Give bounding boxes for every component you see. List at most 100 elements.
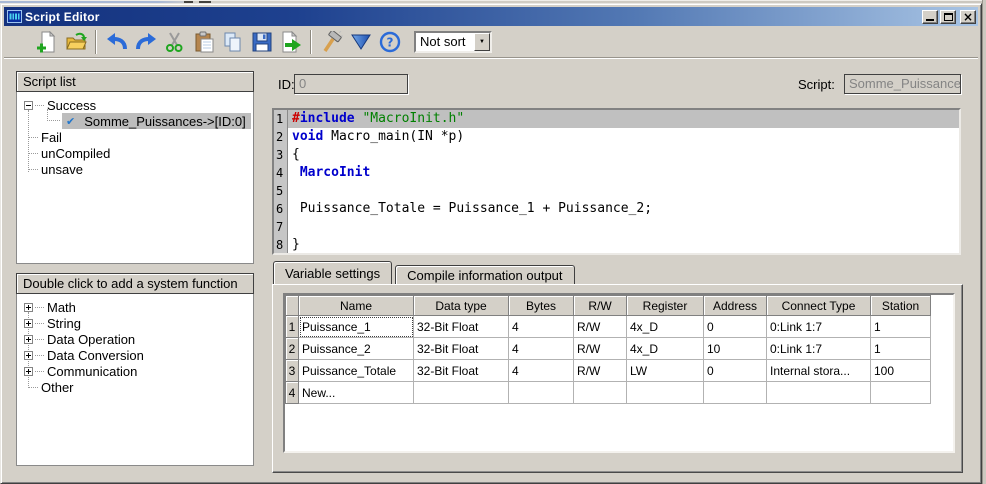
filter-button[interactable]	[348, 29, 373, 55]
selected-script-label: Somme_Puissances->[ID:0]	[84, 114, 245, 129]
svg-text:?: ?	[386, 35, 393, 49]
id-field[interactable]: 0	[294, 74, 408, 94]
column-header-address: Address	[704, 296, 767, 316]
function-tree: MathStringData OperationData ConversionC…	[16, 294, 254, 466]
cell-r-w-row1[interactable]: R/W	[574, 316, 627, 338]
background-window-edge	[982, 0, 986, 484]
expand-icon[interactable]	[24, 351, 33, 360]
open-script-button[interactable]	[63, 29, 88, 55]
cell-r-w-row4[interactable]	[574, 382, 627, 404]
save-button[interactable]	[249, 29, 274, 55]
cell-address-row4[interactable]	[704, 382, 767, 404]
cell-station-row1[interactable]: 1	[871, 316, 931, 338]
id-label: ID:	[278, 77, 295, 92]
row-number[interactable]: 2	[286, 338, 299, 360]
cell-register-row2[interactable]: 4x_D	[627, 338, 704, 360]
toolbar-separator	[310, 30, 312, 54]
filter-triangle-icon	[350, 31, 372, 53]
expand-icon[interactable]	[24, 319, 33, 328]
close-button[interactable]: ×	[960, 10, 976, 24]
line-number: 4	[274, 164, 288, 182]
row-number[interactable]: 4	[286, 382, 299, 404]
export-script-button[interactable]	[278, 29, 303, 55]
cell-data-type-row4[interactable]	[414, 382, 509, 404]
script-list-item-selected-script[interactable]: ✔ Somme_Puissances->[ID:0]	[17, 113, 253, 129]
cell-register-row3[interactable]: LW	[627, 360, 704, 382]
function-item-data-conversion[interactable]: Data Conversion	[17, 347, 253, 363]
code-line-6: 6 Puissance_Totale = Puissance_1 + Puiss…	[274, 200, 959, 218]
line-number: 7	[274, 218, 288, 236]
compile-button[interactable]	[319, 29, 344, 55]
cell-data-type-row2[interactable]: 32-Bit Float	[414, 338, 509, 360]
app-icon	[7, 10, 22, 23]
cell-name-row2[interactable]: Puissance_2	[299, 338, 414, 360]
cell-bytes-row4[interactable]	[509, 382, 574, 404]
cell-name-row4[interactable]: New...	[299, 382, 414, 404]
cell-r-w-row3[interactable]: R/W	[574, 360, 627, 382]
row-number[interactable]: 1	[286, 316, 299, 338]
script-list-item-unsave[interactable]: unsave	[17, 161, 253, 177]
toolbar-separator	[95, 30, 97, 54]
paste-button[interactable]	[191, 29, 216, 55]
minimize-button[interactable]	[922, 10, 938, 24]
cut-button[interactable]	[162, 29, 187, 55]
cell-data-type-row1[interactable]: 32-Bit Float	[414, 316, 509, 338]
help-button[interactable]: ?	[377, 29, 402, 55]
script-name-field[interactable]: Somme_Puissances	[844, 74, 961, 94]
new-script-button[interactable]	[34, 29, 59, 55]
code-text: }	[288, 236, 959, 254]
code-line-1: 1#include "MacroInit.h"	[274, 110, 959, 128]
cell-bytes-row1[interactable]: 4	[509, 316, 574, 338]
cell-bytes-row3[interactable]: 4	[509, 360, 574, 382]
expand-icon[interactable]	[24, 335, 33, 344]
cell-connect-type-row4[interactable]	[767, 382, 871, 404]
row-number[interactable]: 3	[286, 360, 299, 382]
cell-station-row2[interactable]: 1	[871, 338, 931, 360]
code-line-7: 7	[274, 218, 959, 236]
script-list-item-uncompiled[interactable]: unCompiled	[17, 145, 253, 161]
cell-name-row3[interactable]: Puissance_Totale	[299, 360, 414, 382]
function-item-math[interactable]: Math	[17, 299, 253, 315]
maximize-button[interactable]	[940, 10, 956, 24]
sort-dropdown[interactable]: Not sort ▼	[414, 31, 492, 53]
function-item-string[interactable]: String	[17, 315, 253, 331]
expand-icon[interactable]	[24, 303, 33, 312]
code-text	[288, 218, 959, 236]
cell-address-row3[interactable]: 0	[704, 360, 767, 382]
cell-register-row4[interactable]	[627, 382, 704, 404]
script-list-item-fail[interactable]: Fail	[17, 129, 253, 145]
tree-item-label: String	[47, 316, 81, 331]
tab-compile-information-output[interactable]: Compile information output	[395, 265, 574, 284]
dropdown-arrow-icon[interactable]: ▼	[474, 33, 490, 51]
cell-station-row3[interactable]: 100	[871, 360, 931, 382]
copy-button[interactable]	[220, 29, 245, 55]
cell-r-w-row2[interactable]: R/W	[574, 338, 627, 360]
collapse-icon[interactable]	[24, 101, 33, 110]
function-item-communication[interactable]: Communication	[17, 363, 253, 379]
cell-name-row1[interactable]: Puissance_1	[299, 316, 414, 338]
tab-variable-settings[interactable]: Variable settings	[273, 261, 392, 284]
maximize-icon	[944, 13, 953, 21]
cell-address-row2[interactable]: 10	[704, 338, 767, 360]
redo-button[interactable]	[133, 29, 158, 55]
line-number: 3	[274, 146, 288, 164]
undo-button[interactable]	[104, 29, 129, 55]
cell-bytes-row2[interactable]: 4	[509, 338, 574, 360]
cell-connect-type-row3[interactable]: Internal stora...	[767, 360, 871, 382]
cell-connect-type-row2[interactable]: 0:Link 1:7	[767, 338, 871, 360]
function-item-other[interactable]: Other	[17, 379, 253, 395]
redo-arrow-icon	[135, 31, 157, 53]
cell-register-row1[interactable]: 4x_D	[627, 316, 704, 338]
toolbar: ? Not sort ▼	[4, 26, 978, 57]
code-text: {	[288, 146, 959, 164]
cell-address-row1[interactable]: 0	[704, 316, 767, 338]
expand-icon[interactable]	[24, 367, 33, 376]
column-header-connect-type: Connect Type	[767, 296, 871, 316]
script-list-header: Script list	[16, 71, 254, 92]
cell-data-type-row3[interactable]: 32-Bit Float	[414, 360, 509, 382]
cell-connect-type-row1[interactable]: 0:Link 1:7	[767, 316, 871, 338]
cell-station-row4[interactable]	[871, 382, 931, 404]
screen: Script Editor ×	[0, 0, 986, 484]
function-item-data-operation[interactable]: Data Operation	[17, 331, 253, 347]
code-editor[interactable]: 1#include "MacroInit.h"2void Macro_main(…	[272, 108, 961, 255]
